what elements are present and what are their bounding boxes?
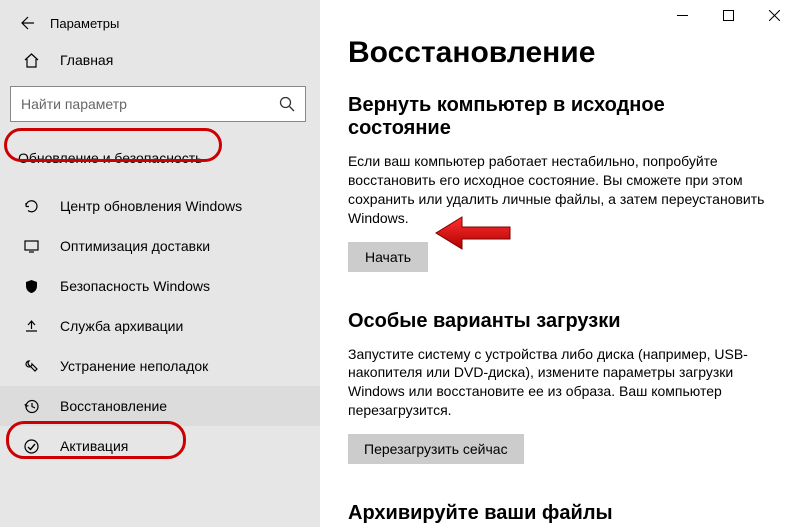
sidebar-item-delivery-optimization[interactable]: Оптимизация доставки bbox=[0, 226, 320, 266]
sidebar-item-label: Центр обновления Windows bbox=[60, 198, 242, 214]
activation-icon bbox=[20, 438, 42, 455]
troubleshoot-icon bbox=[20, 358, 42, 375]
sidebar-item-troubleshoot[interactable]: Устранение неполадок bbox=[0, 346, 320, 386]
refresh-icon bbox=[20, 198, 42, 215]
advanced-startup-section: Особые варианты загрузки Запустите систе… bbox=[348, 310, 769, 465]
restart-now-button[interactable]: Перезагрузить сейчас bbox=[348, 434, 524, 464]
reset-pc-description: Если ваш компьютер работает нестабильно,… bbox=[348, 152, 769, 228]
sidebar-item-label: Устранение неполадок bbox=[60, 358, 208, 374]
window-title: Параметры bbox=[44, 16, 119, 31]
delivery-icon bbox=[20, 238, 42, 255]
sidebar-section-heading: Обновление и безопасность bbox=[14, 144, 308, 172]
sidebar-item-recovery[interactable]: Восстановление bbox=[0, 386, 320, 426]
page-title: Восстановление bbox=[348, 36, 769, 70]
search-icon bbox=[269, 96, 305, 112]
sidebar-home[interactable]: Главная bbox=[0, 40, 320, 80]
back-button[interactable] bbox=[8, 8, 44, 38]
backup-icon bbox=[20, 318, 42, 335]
sidebar-item-backup[interactable]: Служба архивации bbox=[0, 306, 320, 346]
advanced-startup-description: Запустите систему с устройства либо диск… bbox=[348, 345, 769, 421]
sidebar: Параметры Главная Обновление и безопасно… bbox=[0, 0, 320, 527]
sidebar-item-windows-security[interactable]: Безопасность Windows bbox=[0, 266, 320, 306]
sidebar-item-label: Восстановление bbox=[60, 398, 167, 414]
reset-pc-section: Вернуть компьютер в исходное состояние Е… bbox=[348, 94, 769, 272]
sidebar-item-label: Служба архивации bbox=[60, 318, 183, 334]
search-input[interactable] bbox=[11, 96, 269, 112]
history-icon bbox=[20, 398, 42, 415]
backup-files-section: Архивируйте ваши файлы bbox=[348, 502, 769, 525]
advanced-startup-heading: Особые варианты загрузки bbox=[348, 310, 769, 333]
sidebar-item-label: Оптимизация доставки bbox=[60, 238, 210, 254]
sidebar-item-activation[interactable]: Активация bbox=[0, 426, 320, 466]
shield-icon bbox=[20, 278, 42, 295]
sidebar-item-label: Активация bbox=[60, 438, 128, 454]
reset-pc-start-button[interactable]: Начать bbox=[348, 242, 428, 272]
sidebar-item-windows-update[interactable]: Центр обновления Windows bbox=[0, 186, 320, 226]
sidebar-home-label: Главная bbox=[60, 52, 113, 68]
backup-files-heading: Архивируйте ваши файлы bbox=[348, 502, 769, 525]
search-box[interactable] bbox=[10, 86, 306, 122]
sidebar-item-label: Безопасность Windows bbox=[60, 278, 210, 294]
content-pane: Восстановление Вернуть компьютер в исход… bbox=[320, 0, 797, 527]
reset-pc-heading: Вернуть компьютер в исходное состояние bbox=[348, 94, 769, 140]
home-icon bbox=[20, 52, 42, 69]
